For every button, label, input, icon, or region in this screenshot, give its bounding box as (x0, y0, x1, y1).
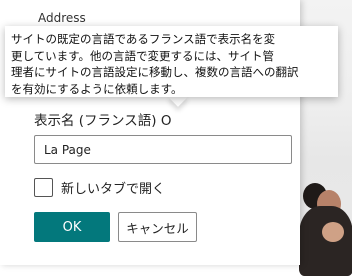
tooltip-line: 理者にサイトの言語設定に移動し、複数の言語への翻訳 (11, 65, 299, 79)
open-new-tab-label: 新しいタブで開く (61, 181, 166, 197)
open-new-tab-checkbox[interactable] (34, 177, 53, 197)
display-name-input[interactable] (34, 135, 292, 164)
photo-shape-shoulder (299, 206, 352, 276)
open-new-tab-row[interactable]: 新しいタブで開く (34, 177, 165, 197)
cancel-button[interactable]: キャンセル (118, 212, 197, 242)
address-label: Address (38, 11, 86, 25)
tooltip-line: サイトの既定の言語であるフランス語で表示名を変 (11, 32, 276, 46)
tooltip-line: を有効にするように依頼します。 (11, 81, 183, 96)
language-info-tooltip: サイトの既定の言語であるフランス語で表示名を変 更しています。他の言語で変更する… (5, 26, 338, 97)
ok-button[interactable]: OK (34, 212, 110, 242)
photo-shape-light (322, 222, 344, 242)
display-name-label: 表示名 (フランス語) O (34, 113, 172, 129)
tooltip-line: 更しています。他の言語で変更するには、サイト管 (11, 48, 275, 63)
